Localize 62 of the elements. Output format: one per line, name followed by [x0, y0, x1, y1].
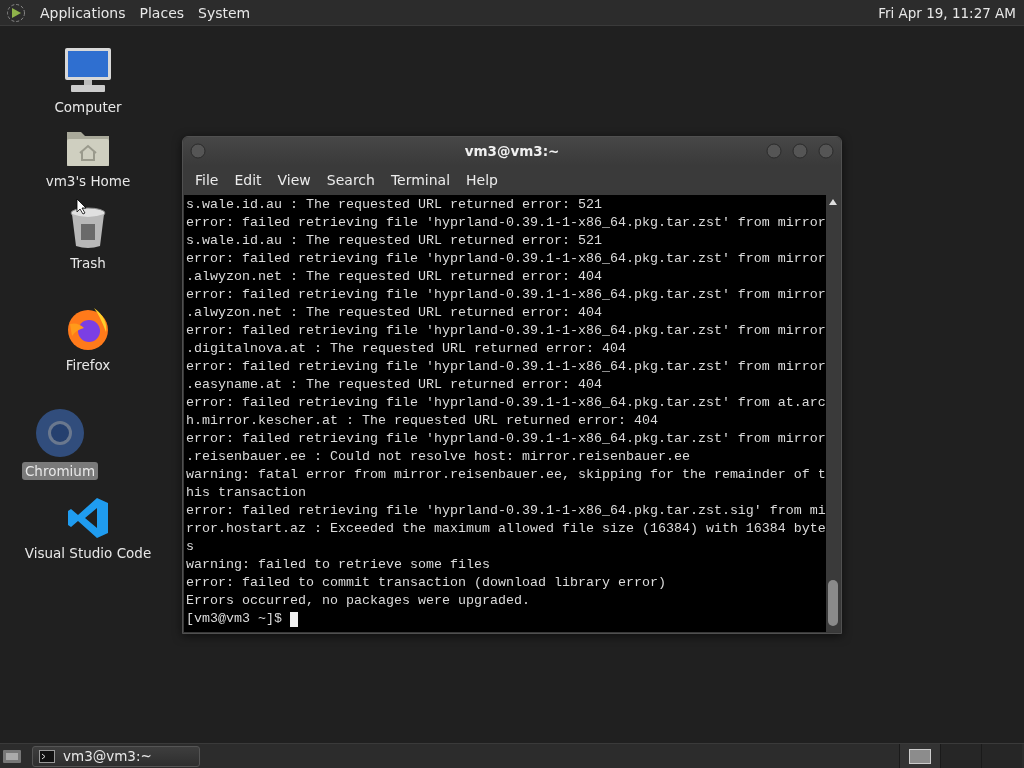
terminal-line: his transaction	[186, 485, 306, 500]
terminal-line: .alwyzon.net : The requested URL returned error: 404	[186, 269, 602, 284]
workspace-switcher-cell[interactable]	[940, 744, 981, 768]
trash-icon	[69, 206, 107, 250]
chromium-icon	[35, 408, 85, 458]
desktop-icon-label[interactable]: Chromium	[21, 462, 99, 480]
minimize-button[interactable]	[765, 142, 783, 160]
terminal-line: error: failed to commit transaction (download library error)	[186, 575, 666, 590]
clock[interactable]: Fri Apr 19, 11:27 AM	[878, 4, 1018, 21]
terminal-line: s.wale.id.au : The requested URL returned error: 521	[186, 197, 602, 212]
terminal-line: .easyname.at : The requested URL returned error: 404	[186, 377, 602, 392]
text-cursor	[290, 611, 298, 627]
desktop-icon-label[interactable]: Trash	[67, 254, 109, 272]
terminal-line: .digitalnova.at : The requested URL returned error: 404	[186, 341, 626, 356]
terminal-line: h.mirror.kescher.at : The requested URL returned error: 404	[186, 413, 658, 428]
terminal-line: error: failed retrieving file 'hyprland-0.39.1-1-x86_64.pkg.tar.zst' from mirror	[186, 251, 826, 266]
maximize-button[interactable]	[791, 142, 809, 160]
terminal-line: s.wale.id.au : The requested URL returned error: 521	[186, 233, 602, 248]
show-desktop-icon[interactable]	[2, 748, 22, 764]
terminal-line: warning: failed to retrieve some files	[186, 557, 490, 572]
menu-item[interactable]: Terminal	[382, 172, 459, 188]
desktop-icon-label[interactable]: Computer	[51, 98, 125, 116]
shell-prompt: [vm3@vm3 ~]$	[186, 610, 282, 628]
terminal-line: s	[186, 539, 194, 554]
terminal-icon	[39, 749, 55, 763]
menu-item[interactable]: Edit	[226, 172, 270, 188]
terminal-line: warning: fatal error from mirror.reisenbauer.ee, skipping for the remainder of t	[186, 467, 826, 482]
terminal-line: Errors occurred, no packages were upgraded.	[186, 593, 530, 608]
menu-item[interactable]: View	[269, 172, 319, 188]
window-title: vm3@vm3:~	[464, 143, 560, 159]
taskbar-button[interactable]: vm3@vm3:~	[32, 745, 200, 767]
terminal-line: error: failed retrieving file 'hyprland-0.39.1-1-x86_64.pkg.tar.zst.sig' from mi	[186, 503, 826, 518]
window-menu-icon[interactable]	[189, 142, 207, 160]
window-thumbnail	[909, 748, 931, 764]
mouse-pointer-icon	[76, 198, 87, 215]
scrollbar-thumb[interactable]	[828, 580, 838, 626]
terminal-line: error: failed retrieving file 'hyprland-0.39.1-1-x86_64.pkg.tar.zst' from mirror	[186, 287, 826, 302]
terminal-line: error: failed retrieving file 'hyprland-0.39.1-1-x86_64.pkg.tar.zst' from mirror	[186, 359, 826, 374]
terminal-line: .reisenbauer.ee : Could not resolve host: mirror.reisenbauer.ee	[186, 449, 690, 464]
computer-icon	[63, 46, 113, 94]
terminal-line: .alwyzon.net : The requested URL returned error: 404	[186, 305, 602, 320]
scrollbar[interactable]	[826, 195, 840, 632]
scroll-up-icon[interactable]	[829, 199, 837, 205]
distro-logo-icon	[6, 2, 26, 23]
desktop-icon-label[interactable]: Firefox	[62, 356, 114, 374]
terminal-line: error: failed retrieving file 'hyprland-0.39.1-1-x86_64.pkg.tar.zst' from at.arc	[186, 395, 826, 410]
menu-item[interactable]: Search	[318, 172, 383, 188]
menu-item[interactable]: File	[187, 172, 227, 188]
vscode-icon	[66, 496, 110, 540]
terminal-line: error: failed retrieving file 'hyprland-0.39.1-1-x86_64.pkg.tar.zst' from mirror	[186, 431, 826, 446]
workspace-switcher-cell[interactable]	[899, 744, 940, 768]
workspace-switcher-cell[interactable]	[981, 744, 1022, 768]
desktop-icon-label[interactable]: vm3's Home	[42, 172, 134, 190]
panel-menu[interactable]: Places	[139, 4, 185, 21]
panel-menu[interactable]: Applications	[40, 4, 126, 21]
desktop-icon-label[interactable]: Visual Studio Code	[21, 544, 155, 562]
terminal-line: rror.hostart.az : Exceeded the maximum allowed file size (16384) with 16384 byte	[186, 521, 826, 536]
menu-item[interactable]: Help	[458, 172, 506, 188]
terminal-line: error: failed retrieving file 'hyprland-0.39.1-1-x86_64.pkg.tar.zst' from mirror	[186, 323, 826, 338]
panel-menu[interactable]: System	[198, 4, 251, 21]
terminal-line: error: failed retrieving file 'hyprland-0.39.1-1-x86_64.pkg.tar.zst' from mirror	[186, 215, 826, 230]
close-button[interactable]	[817, 142, 835, 160]
